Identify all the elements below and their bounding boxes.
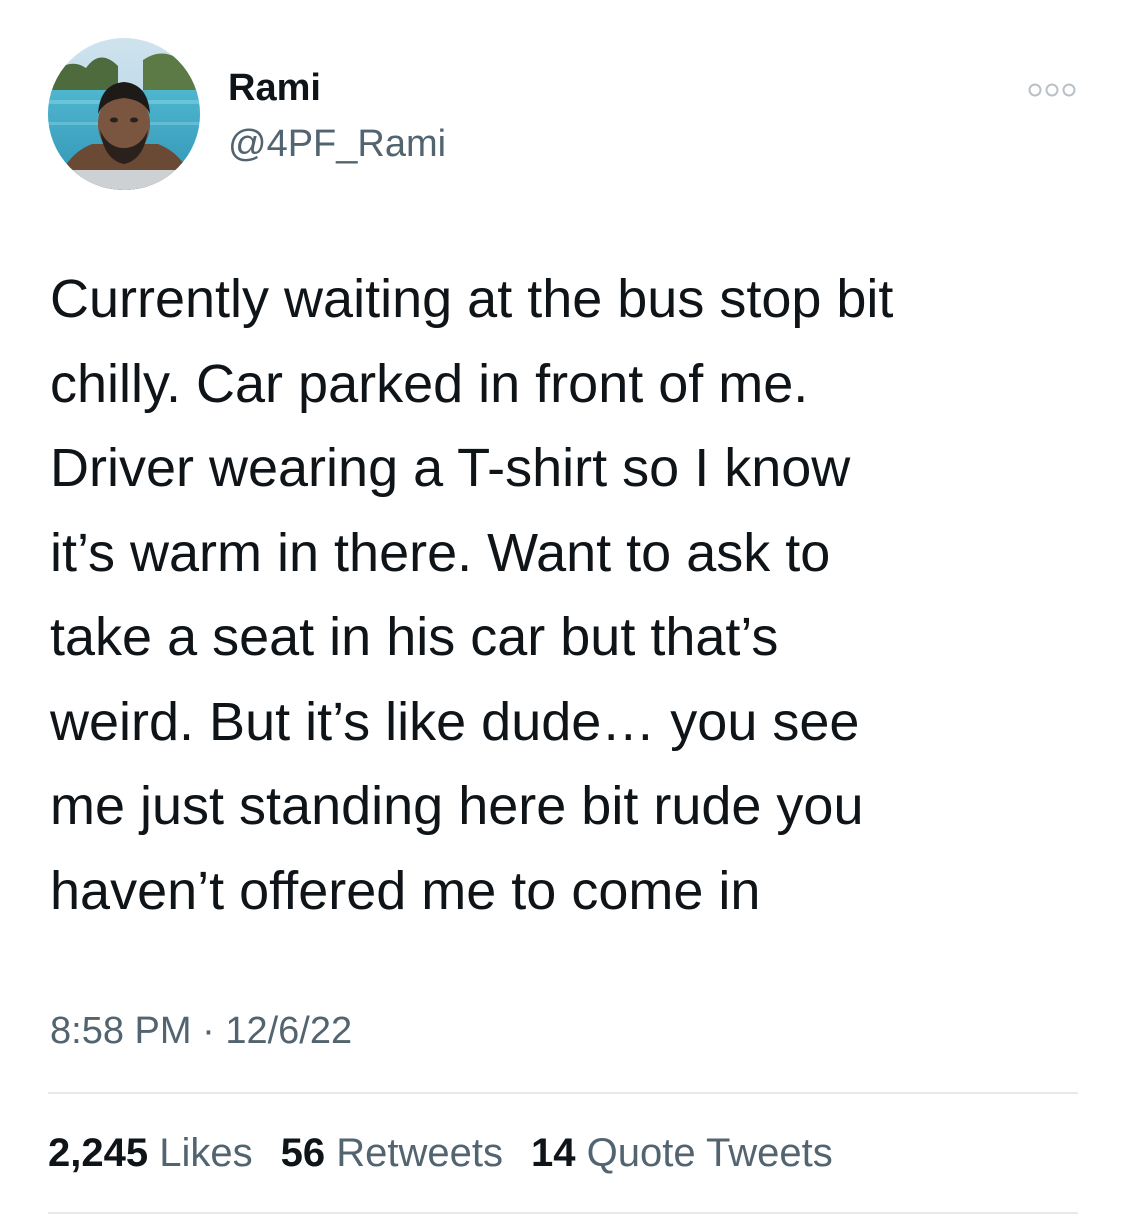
divider <box>48 1212 1078 1214</box>
likes-stat[interactable]: 2,245 Likes <box>48 1126 253 1180</box>
quote-tweets-label: Quote Tweets <box>586 1131 833 1175</box>
retweets-label: Retweets <box>336 1131 503 1175</box>
more-horizontal-icon <box>1028 83 1076 97</box>
more-options-button[interactable] <box>1024 74 1080 106</box>
likes-count: 2,245 <box>48 1131 149 1175</box>
author-handle[interactable]: @4PF_Rami <box>228 120 446 168</box>
avatar[interactable] <box>48 38 200 190</box>
likes-label: Likes <box>159 1131 253 1175</box>
avatar-photo <box>48 38 200 190</box>
divider <box>48 1092 1078 1094</box>
tweet-time[interactable]: 8:58 PM <box>50 1010 192 1052</box>
retweets-count: 56 <box>280 1131 326 1175</box>
timestamp-separator: · <box>202 1010 215 1052</box>
quote-tweets-stat[interactable]: 14 Quote Tweets <box>531 1126 833 1180</box>
retweets-stat[interactable]: 56 Retweets <box>281 1126 503 1180</box>
engagement-stats: 2,245 Likes 56 Retweets 14 Quote Tweets <box>48 1126 861 1180</box>
tweet-date[interactable]: 12/6/22 <box>225 1010 352 1052</box>
author-display-name[interactable]: Rami <box>228 64 321 112</box>
quote-tweets-count: 14 <box>531 1131 576 1175</box>
tweet-timestamp: 8:58 PM · 12/6/22 <box>50 1004 352 1058</box>
tweet-text: Currently waiting at the bus stop bit ch… <box>50 269 894 921</box>
